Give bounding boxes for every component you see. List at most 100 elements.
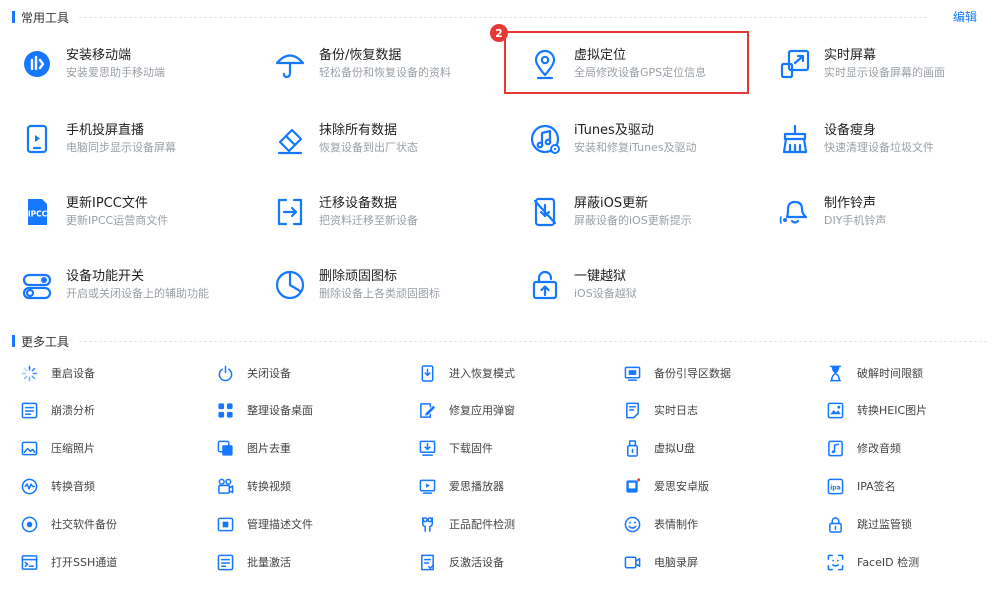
- more-tool-recovery-mode[interactable]: 进入恢复模式: [418, 362, 515, 384]
- more-tool-social-backup[interactable]: 社交软件备份: [20, 513, 117, 535]
- deactivate-icon: [418, 553, 436, 571]
- fix-popup-icon: [418, 401, 436, 419]
- tool-music-note[interactable]: iTunes及驱动 安装和修复iTunes及驱动: [528, 115, 758, 163]
- tool-eraser[interactable]: 抹除所有数据 恢复设备到出厂状态: [273, 115, 503, 163]
- more-tool-power[interactable]: 关闭设备: [216, 362, 291, 384]
- backup-boot-icon: [623, 364, 641, 382]
- more-tool-hourglass[interactable]: 破解时间限额: [826, 362, 923, 384]
- tool-unlock-upload[interactable]: 一键越狱 iOS设备越狱: [528, 261, 758, 309]
- tool-text: 抹除所有数据 恢复设备到出厂状态: [319, 122, 418, 156]
- tool-text: 制作铃声 DIY手机铃声: [824, 195, 886, 229]
- profile-manage-icon: [216, 515, 234, 533]
- emoji-icon: [623, 515, 641, 533]
- more-tool-label: 崩溃分析: [51, 404, 95, 417]
- tool-title: 迁移设备数据: [319, 196, 398, 211]
- more-tool-label: 修改音频: [857, 442, 901, 455]
- more-tool-label: 爱思安卓版: [654, 480, 709, 493]
- download-firmware-icon: [418, 439, 436, 457]
- more-tool-convert-audio[interactable]: 转换音频: [20, 475, 95, 497]
- more-tool-virtual-usb[interactable]: 虚拟U盘: [623, 437, 695, 459]
- recovery-mode-icon: [418, 364, 436, 382]
- convert-video-icon: [216, 477, 234, 495]
- tool-block-update[interactable]: 屏蔽iOS更新 屏蔽设备的iOS更新提示: [528, 188, 758, 236]
- more-tool-skip-lock[interactable]: 跳过监管锁: [826, 513, 912, 535]
- toggle-icon: [20, 268, 54, 302]
- realtime-log-icon: [623, 401, 641, 419]
- tool-transfer[interactable]: 迁移设备数据 把资料迁移至新设备: [273, 188, 503, 236]
- ipcc-file-icon: IPCC: [20, 195, 54, 229]
- section-title: 更多工具: [21, 334, 70, 349]
- more-tool-desktop-grid[interactable]: 整理设备桌面: [216, 399, 313, 421]
- more-tool-deactivate[interactable]: 反激活设备: [418, 551, 504, 573]
- more-tool-restart-spinner[interactable]: 重启设备: [20, 362, 95, 384]
- section-accent-bar: [12, 11, 15, 23]
- tool-install-mobile[interactable]: 安装移动端 安装爱思助手移动端: [20, 40, 250, 88]
- more-tool-ssh-terminal[interactable]: 打开SSH通道: [20, 551, 117, 573]
- more-tool-ipa-sign[interactable]: ipa IPA签名: [826, 475, 896, 497]
- tool-desc: 快速清理设备垃圾文件: [824, 141, 934, 154]
- tool-toggle[interactable]: 设备功能开关 开启或关闭设备上的辅助功能: [20, 261, 250, 309]
- more-tool-label: 跳过监管锁: [857, 518, 912, 531]
- power-icon: [216, 364, 234, 382]
- more-tool-label: 压缩照片: [51, 442, 95, 455]
- screen-record-icon: [623, 553, 641, 571]
- more-tool-player[interactable]: 爱思播放器: [418, 475, 504, 497]
- tool-title: 设备瘦身: [824, 123, 877, 138]
- tool-desc: 安装爱思助手移动端: [66, 66, 165, 79]
- tool-desc: 把资料迁移至新设备: [319, 214, 418, 227]
- more-tool-label: 打开SSH通道: [51, 556, 118, 569]
- more-tool-realtime-log[interactable]: 实时日志: [623, 399, 698, 421]
- tool-title: 一键越狱: [574, 269, 627, 284]
- tool-screen-mirror[interactable]: 实时屏幕 实时显示设备屏幕的画面: [778, 40, 999, 88]
- more-tool-accessory-check[interactable]: 正品配件检测: [418, 513, 515, 535]
- more-tool-heic-convert[interactable]: 转换HEIC图片: [826, 399, 927, 421]
- more-tool-fix-popup[interactable]: 修复应用弹窗: [418, 399, 515, 421]
- more-tool-label: 进入恢复模式: [449, 367, 515, 380]
- edit-link[interactable]: 编辑: [953, 8, 977, 25]
- svg-text:ipa: ipa: [830, 484, 841, 491]
- edit-audio-icon: [826, 439, 844, 457]
- more-tool-crash-analysis[interactable]: 崩溃分析: [20, 399, 95, 421]
- convert-audio-icon: [20, 477, 38, 495]
- more-tool-profile-manage[interactable]: 管理描述文件: [216, 513, 313, 535]
- tool-pie-clock[interactable]: 删除顽固图标 删除设备上各类顽固图标: [273, 261, 503, 309]
- more-tool-emoji[interactable]: 表情制作: [623, 513, 698, 535]
- tool-title: 安装移动端: [66, 48, 132, 63]
- tool-text: 屏蔽iOS更新 屏蔽设备的iOS更新提示: [574, 195, 692, 229]
- more-tool-label: 批量激活: [247, 556, 291, 569]
- faceid-icon: [826, 553, 844, 571]
- more-tool-label: 虚拟U盘: [654, 442, 696, 455]
- tool-text: 一键越狱 iOS设备越狱: [574, 268, 637, 302]
- tool-text: 安装移动端 安装爱思助手移动端: [66, 47, 165, 81]
- tool-bell[interactable]: 制作铃声 DIY手机铃声: [778, 188, 999, 236]
- more-tool-backup-boot[interactable]: 备份引导区数据: [623, 362, 731, 384]
- more-tool-label: 修复应用弹窗: [449, 404, 515, 417]
- tool-ipcc-file[interactable]: IPCC 更新IPCC文件 更新IPCC运营商文件: [20, 188, 250, 236]
- more-tool-label: 关闭设备: [247, 367, 291, 380]
- tool-desc: 轻松备份和恢复设备的资料: [319, 66, 451, 79]
- tool-umbrella[interactable]: 备份/恢复数据 轻松备份和恢复设备的资料: [273, 40, 503, 88]
- more-tool-edit-audio[interactable]: 修改音频: [826, 437, 901, 459]
- more-tool-compress-photo[interactable]: 压缩照片: [20, 437, 95, 459]
- more-tool-faceid[interactable]: FaceID 检测: [826, 551, 919, 573]
- hourglass-icon: [826, 364, 844, 382]
- more-tool-image-dedupe[interactable]: 图片去重: [216, 437, 291, 459]
- tool-broom[interactable]: 设备瘦身 快速清理设备垃圾文件: [778, 115, 999, 163]
- more-tool-download-firmware[interactable]: 下载固件: [418, 437, 493, 459]
- more-tool-label: 转换HEIC图片: [857, 404, 928, 417]
- more-tool-label: 破解时间限额: [857, 367, 923, 380]
- tool-phone-cast[interactable]: 手机投屏直播 电脑同步显示设备屏幕: [20, 115, 250, 163]
- tool-text: 手机投屏直播 电脑同步显示设备屏幕: [66, 122, 176, 156]
- heic-convert-icon: [826, 401, 844, 419]
- more-tool-screen-record[interactable]: 电脑录屏: [623, 551, 698, 573]
- tool-text: 设备功能开关 开启或关闭设备上的辅助功能: [66, 268, 209, 302]
- more-tool-batch-activate[interactable]: 批量激活: [216, 551, 291, 573]
- more-tool-label: 整理设备桌面: [247, 404, 313, 417]
- more-tool-convert-video[interactable]: 转换视频: [216, 475, 291, 497]
- more-tool-label: 图片去重: [247, 442, 291, 455]
- tool-desc: 屏蔽设备的iOS更新提示: [574, 214, 692, 227]
- tool-desc: 删除设备上各类顽固图标: [319, 287, 440, 300]
- tool-text: iTunes及驱动 安装和修复iTunes及驱动: [574, 122, 697, 156]
- tool-title: 更新IPCC文件: [66, 196, 148, 211]
- more-tool-android-app[interactable]: 爱思安卓版: [623, 475, 709, 497]
